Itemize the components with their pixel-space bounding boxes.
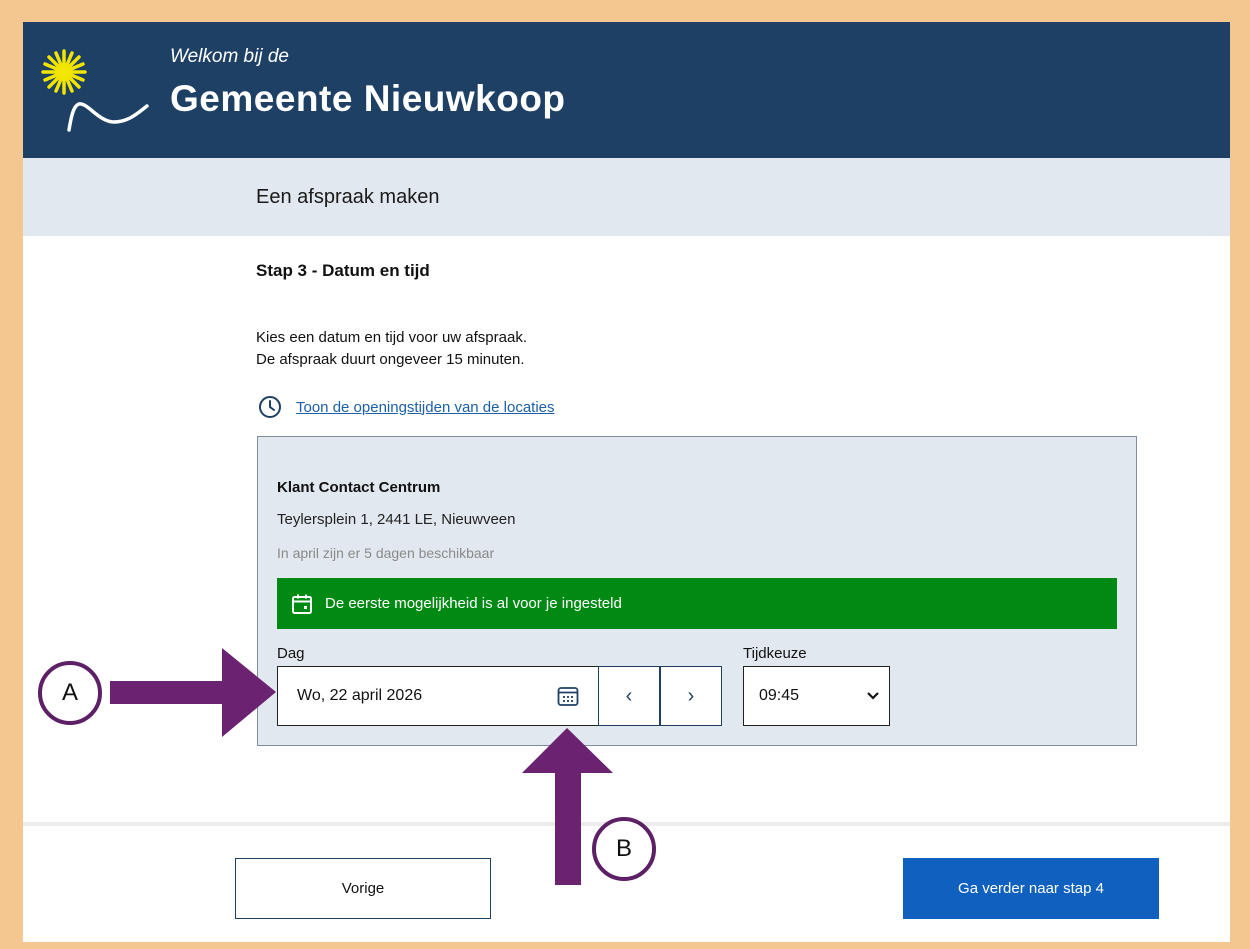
site-header: Welkom bij de Gemeente Nieuwkoop [23, 22, 1230, 158]
time-value: 09:45 [759, 687, 800, 704]
time-label: Tijdkeuze [743, 645, 807, 662]
continue-button[interactable]: Ga verder naar stap 4 [903, 858, 1159, 919]
intro-line-2: De afspraak duurt ongeveer 15 minuten. [256, 351, 525, 368]
welcome-text: Welkom bij de [170, 46, 289, 67]
chevron-down-icon [867, 692, 879, 700]
page-title-bar: Een afspraak maken [23, 158, 1230, 236]
step-title: Stap 3 - Datum en tijd [256, 261, 430, 280]
date-field[interactable]: Wo, 22 april 2026 [277, 666, 599, 726]
municipality-name: Gemeente Nieuwkoop [170, 78, 566, 119]
step-intro: Kies een datum en tijd voor uw afspraak.… [256, 327, 527, 371]
location-address: Teylersplein 1, 2441 LE, Nieuwveen [277, 511, 516, 528]
calendar-picker-icon[interactable] [556, 684, 580, 708]
availability-text: In april zijn er 5 dagen beschikbaar [277, 545, 495, 561]
first-option-notice: De eerste mogelijkheid is al voor je ing… [277, 578, 1117, 629]
previous-button[interactable]: Vorige [235, 858, 491, 919]
page-title: Een afspraak maken [256, 186, 440, 208]
calendar-icon [291, 593, 313, 615]
chevron-left-icon: ‹ [625, 684, 633, 707]
time-select[interactable]: 09:45 [743, 666, 890, 726]
opening-hours-row: Toon de openingstijden van de locaties [258, 395, 555, 419]
page-frame: Welkom bij de Gemeente Nieuwkoop Een afs… [23, 22, 1230, 942]
notice-text: De eerste mogelijkheid is al voor je ing… [325, 595, 622, 612]
location-name: Klant Contact Centrum [277, 479, 441, 496]
date-value: Wo, 22 april 2026 [297, 687, 423, 704]
day-label: Dag [277, 645, 305, 662]
intro-line-1: Kies een datum en tijd voor uw afspraak. [256, 329, 527, 346]
opening-hours-link[interactable]: Toon de openingstijden van de locaties [296, 399, 555, 416]
location-card: Klant Contact Centrum Teylersplein 1, 24… [257, 436, 1137, 746]
sunflower-logo-icon [41, 49, 149, 132]
clock-icon [259, 396, 281, 418]
next-day-button[interactable]: › [660, 666, 722, 726]
chevron-right-icon: › [687, 684, 695, 707]
previous-day-button[interactable]: ‹ [598, 666, 660, 726]
